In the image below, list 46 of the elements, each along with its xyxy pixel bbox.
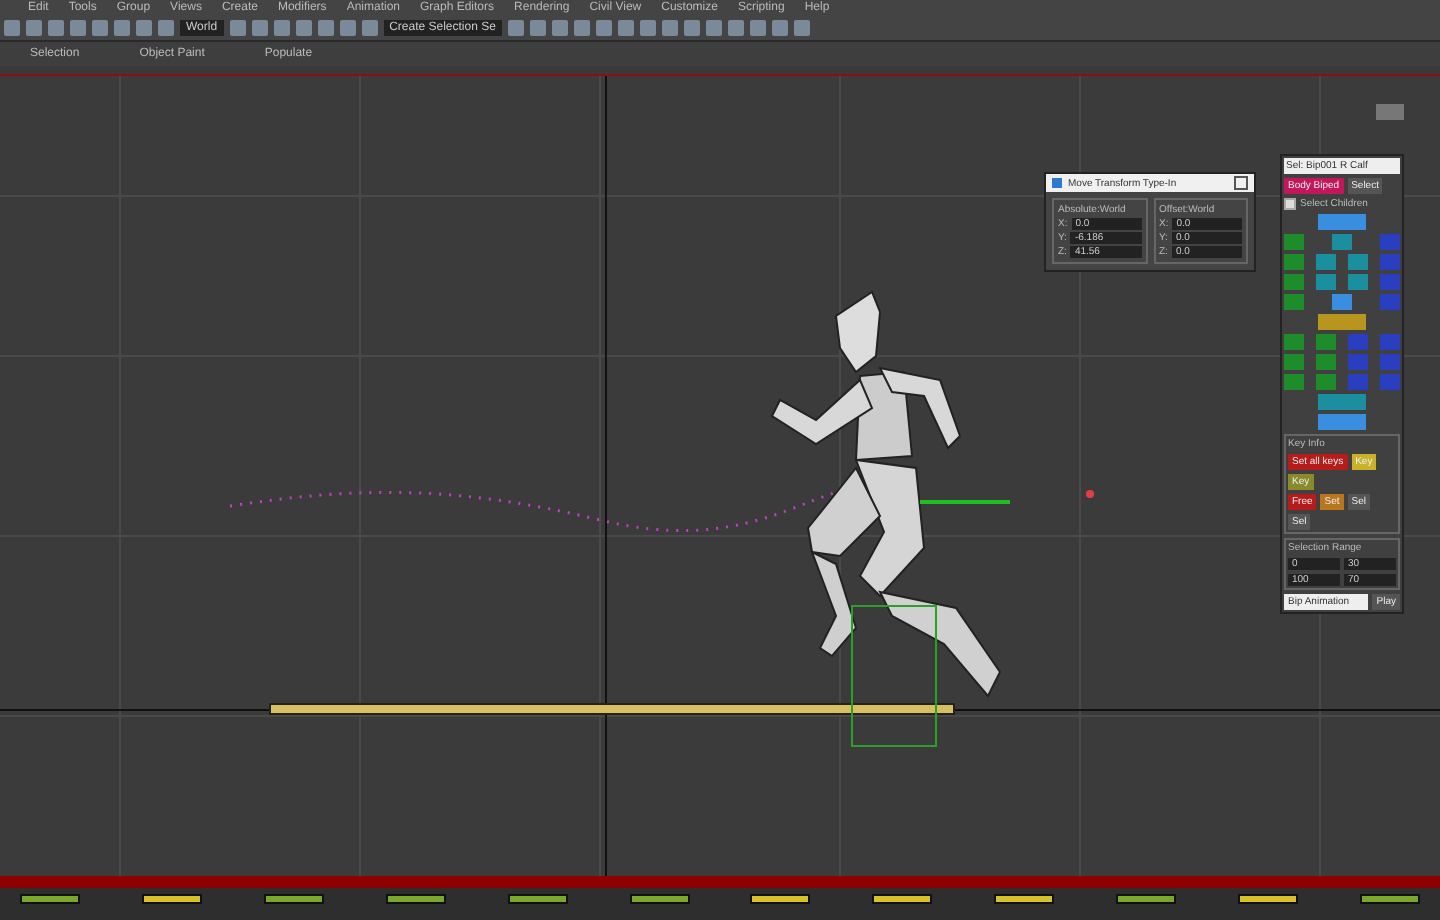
body-part-button[interactable] bbox=[1284, 354, 1304, 370]
body-part-button[interactable] bbox=[1318, 314, 1366, 330]
body-part-button[interactable] bbox=[1316, 374, 1336, 390]
keyframe-marker[interactable] bbox=[629, 894, 690, 904]
keyframe-marker[interactable] bbox=[141, 894, 202, 904]
body-part-button[interactable] bbox=[1284, 254, 1304, 270]
keyframe-marker[interactable] bbox=[750, 894, 811, 904]
body-part-button[interactable] bbox=[1318, 214, 1366, 230]
body-part-button[interactable] bbox=[1318, 394, 1366, 410]
app-icon bbox=[1052, 178, 1062, 188]
body-part-button[interactable] bbox=[1380, 354, 1400, 370]
keyframe-marker[interactable] bbox=[263, 894, 324, 904]
keyframe-marker[interactable] bbox=[1359, 894, 1420, 904]
keyframe-marker[interactable] bbox=[385, 894, 446, 904]
checkbox[interactable] bbox=[1284, 198, 1296, 210]
body-part-button[interactable] bbox=[1332, 234, 1352, 250]
body-part-button[interactable] bbox=[1316, 334, 1336, 350]
close-icon[interactable] bbox=[1234, 176, 1248, 190]
body-part-button[interactable] bbox=[1348, 274, 1368, 290]
body-part-button[interactable] bbox=[1380, 254, 1400, 270]
body-part-button[interactable] bbox=[1316, 274, 1336, 290]
body-part-button[interactable] bbox=[1380, 234, 1400, 250]
keyframe-marker[interactable] bbox=[994, 894, 1055, 904]
keyframe-marker[interactable] bbox=[1116, 894, 1177, 904]
time-slider[interactable] bbox=[0, 876, 1440, 888]
keyframe-marker[interactable] bbox=[507, 894, 568, 904]
body-part-button[interactable] bbox=[1284, 374, 1304, 390]
body-part-button[interactable] bbox=[1316, 354, 1336, 370]
body-part-button[interactable] bbox=[1348, 354, 1368, 370]
keyframe-marker[interactable] bbox=[1238, 894, 1299, 904]
keyframe-marker[interactable] bbox=[872, 894, 933, 904]
body-part-button[interactable] bbox=[1332, 294, 1352, 310]
body-part-button[interactable] bbox=[1284, 234, 1304, 250]
body-part-button[interactable] bbox=[1348, 374, 1368, 390]
body-part-button[interactable] bbox=[1348, 254, 1368, 270]
body-part-button[interactable] bbox=[1284, 294, 1304, 310]
body-part-button[interactable] bbox=[1316, 254, 1336, 270]
body-part-button[interactable] bbox=[1348, 334, 1368, 350]
body-part-button[interactable] bbox=[1380, 374, 1400, 390]
keyframe-marker[interactable] bbox=[20, 894, 80, 904]
body-part-button[interactable] bbox=[1284, 334, 1304, 350]
body-part-button[interactable] bbox=[1380, 274, 1400, 290]
body-part-button[interactable] bbox=[1380, 334, 1400, 350]
body-part-button[interactable] bbox=[1318, 414, 1366, 430]
body-part-button[interactable] bbox=[1284, 274, 1304, 290]
body-part-button[interactable] bbox=[1380, 294, 1400, 310]
